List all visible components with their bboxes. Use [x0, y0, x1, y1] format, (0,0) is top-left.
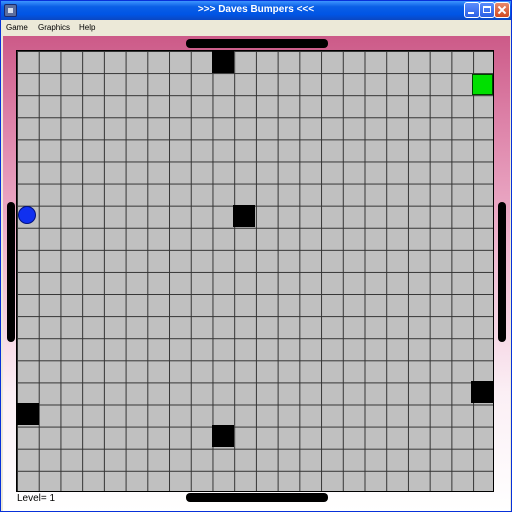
obstacle-block: [471, 381, 494, 403]
obstacle-block: [233, 205, 256, 227]
player-ball: [18, 206, 36, 224]
level-indicator: Level= 1: [17, 493, 56, 504]
right-bumper: [498, 202, 506, 342]
game-grid[interactable]: [16, 50, 494, 492]
minimize-icon[interactable]: [464, 2, 480, 18]
obstacle-block: [211, 425, 234, 447]
menu-game[interactable]: Game: [6, 23, 28, 32]
goal-square: [472, 74, 493, 95]
top-bumper: [186, 39, 328, 48]
close-icon[interactable]: [494, 2, 510, 18]
title-bar[interactable]: >>> Daves Bumpers <<<: [1, 1, 511, 20]
window-title: >>> Daves Bumpers <<<: [197, 4, 315, 15]
left-bumper: [7, 202, 15, 342]
menu-graphics[interactable]: Graphics: [38, 23, 70, 32]
obstacle-block: [17, 403, 39, 425]
menu-help[interactable]: Help: [79, 23, 95, 32]
obstacle-block: [211, 51, 234, 73]
maximize-icon[interactable]: [479, 2, 495, 18]
menu-bar: Game Graphics Help: [1, 20, 511, 36]
bottom-bumper: [186, 493, 328, 502]
